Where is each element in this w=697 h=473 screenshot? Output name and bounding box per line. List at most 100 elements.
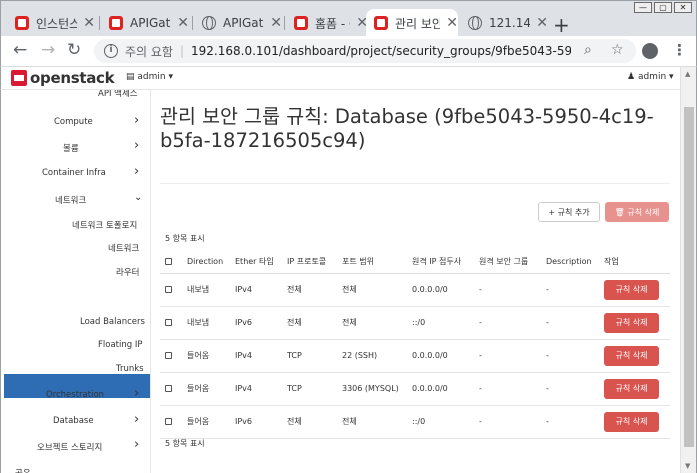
table-row: 내보냄 IPv6 전체 전체 ::/0 - - 규칙 삭제 bbox=[160, 306, 670, 340]
user-menu[interactable]: ♟ admin ▾ bbox=[627, 72, 674, 82]
cell-protocol: 전체 bbox=[282, 405, 337, 439]
cell-port-range: 3306 (MYSQL) bbox=[337, 372, 407, 406]
browser-tab-title: 인스턴스 bbox=[36, 16, 78, 31]
browser-tab-5-active[interactable]: 관리 보안 ✕ bbox=[366, 9, 458, 37]
column-header[interactable]: 원격 보안 그룹 bbox=[474, 250, 541, 274]
sidebar-item-label: Container Infra bbox=[42, 168, 106, 178]
browser-toolbar: ← → ↻ i 주의 요함 | 192.168.0.101/dashboard/… bbox=[0, 36, 697, 67]
user-icon: ♟ bbox=[627, 72, 636, 82]
maximize-icon[interactable]: ▢ bbox=[654, 2, 672, 13]
close-icon[interactable]: ✕ bbox=[270, 15, 282, 31]
main-content: 관리 보안 그룹 규칙: Database (9fbe5043-5950-4c1… bbox=[151, 90, 680, 473]
scrollbar-thumb[interactable] bbox=[684, 107, 694, 447]
openstack-favicon bbox=[374, 16, 388, 30]
cell-direction: 들어옴 bbox=[182, 405, 230, 439]
sidebar-item-label: 라우터 bbox=[116, 268, 140, 278]
row-checkbox[interactable] bbox=[165, 352, 172, 359]
project-selector[interactable]: ▤ admin ▾ bbox=[126, 72, 173, 82]
select-all-checkbox[interactable] bbox=[165, 257, 172, 265]
page-scrollbar[interactable]: ▲ ▼ bbox=[680, 67, 697, 473]
cell-port-range: 전체 bbox=[337, 273, 407, 307]
openstack-favicon bbox=[109, 16, 123, 30]
close-icon[interactable]: ✕ bbox=[83, 15, 95, 31]
back-arrow-icon[interactable]: ← bbox=[13, 40, 27, 60]
openstack-logo-icon bbox=[11, 70, 27, 86]
account-icon[interactable] bbox=[642, 43, 658, 59]
column-header[interactable]: Direction bbox=[182, 250, 230, 274]
caret-down-icon: ▾ bbox=[168, 72, 173, 82]
column-header[interactable]: Ether 타입 bbox=[230, 250, 282, 274]
browser-tab-1[interactable]: 인스턴스 ✕ bbox=[7, 9, 95, 37]
delete-rule-button[interactable]: 규칙 삭제 bbox=[604, 411, 659, 432]
sidebar-item-label: Load Balancers bbox=[80, 317, 145, 327]
row-checkbox[interactable] bbox=[165, 385, 172, 392]
sidebar-item-label: API 액세스 bbox=[98, 90, 138, 99]
table-row: 내보냄 IPv4 전체 전체 0.0.0.0/0 - - 규칙 삭제 bbox=[160, 273, 670, 307]
delete-rules-label: 규칙 삭제 bbox=[627, 207, 660, 217]
bookmark-star-icon[interactable]: ☆ bbox=[611, 42, 624, 58]
window-close-icon[interactable]: ✕ bbox=[674, 2, 692, 13]
delete-rules-button[interactable]: 🗑 규칙 삭제 bbox=[605, 202, 669, 222]
cell-direction: 내보냄 bbox=[182, 306, 230, 340]
cell-ether-type: IPv6 bbox=[230, 405, 282, 439]
forward-arrow-icon[interactable]: → bbox=[41, 40, 55, 60]
openstack-header: openstack ▤ admin ▾ ♟ admin ▾ bbox=[0, 67, 680, 90]
info-icon[interactable]: i bbox=[104, 44, 118, 58]
column-header[interactable]: 원격 IP 접두사 bbox=[407, 250, 474, 274]
browser-tab-title: APIGateway bbox=[130, 16, 171, 30]
zoom-search-icon[interactable]: ⌕ bbox=[584, 42, 592, 58]
browser-tab-title: APIGateway bbox=[223, 16, 264, 30]
cell-ether-type: IPv4 bbox=[230, 273, 282, 307]
delete-rule-button[interactable]: 규칙 삭제 bbox=[604, 345, 659, 366]
security-status-label: 주의 요함 bbox=[125, 44, 173, 59]
delete-rule-button[interactable]: 규칙 삭제 bbox=[604, 312, 659, 333]
sidebar-item-label: 공유 bbox=[15, 467, 31, 473]
close-icon[interactable]: ✕ bbox=[446, 15, 458, 31]
address-bar[interactable]: i 주의 요함 | 192.168.0.101/dashboard/projec… bbox=[94, 39, 636, 63]
row-checkbox[interactable] bbox=[165, 319, 172, 326]
cell-protocol: 전체 bbox=[282, 306, 337, 340]
reload-icon[interactable]: ↻ bbox=[67, 40, 81, 60]
scroll-up-icon[interactable]: ▲ bbox=[685, 70, 690, 78]
browser-tabstrip: 인스턴스 ✕ APIGateway ✕ APIGateway ✕ 홈폼 - C … bbox=[0, 0, 697, 37]
cell-protocol: 전체 bbox=[282, 273, 337, 307]
cell-remote-group: - bbox=[474, 306, 541, 340]
column-header[interactable]: IP 프로토콜 bbox=[282, 250, 337, 274]
browser-tab-2[interactable]: APIGateway ✕ bbox=[101, 9, 189, 37]
chevron-right-icon: › bbox=[134, 386, 140, 401]
browser-tab-title: 관리 보안 bbox=[395, 16, 441, 31]
cell-direction: 내보냄 bbox=[182, 273, 230, 307]
close-icon[interactable]: ✕ bbox=[177, 15, 189, 31]
delete-rule-button[interactable]: 규칙 삭제 bbox=[604, 378, 659, 399]
new-tab-icon[interactable]: + bbox=[553, 13, 570, 37]
cell-protocol: TCP bbox=[282, 339, 337, 373]
table-row: 들어옴 IPv4 TCP 22 (SSH) 0.0.0.0/0 - - 규칙 삭… bbox=[160, 339, 670, 373]
browser-tab-3[interactable]: APIGateway ✕ bbox=[194, 9, 282, 37]
address-divider: | bbox=[179, 44, 185, 58]
scroll-down-icon[interactable]: ▼ bbox=[685, 462, 690, 470]
window-controls: — ▢ ✕ bbox=[634, 2, 692, 13]
browser-tab-4[interactable]: 홈폼 - C ✕ bbox=[286, 9, 368, 37]
openstack-logo[interactable]: openstack bbox=[11, 69, 115, 87]
chevron-down-icon: ⌄ bbox=[134, 192, 143, 203]
caret-down-icon: ▾ bbox=[669, 72, 674, 82]
sidebar-item-label: Trunks bbox=[116, 364, 144, 374]
table-row: 들어옴 IPv6 전체 전체 ::/0 - - 규칙 삭제 bbox=[160, 405, 670, 439]
cell-port-range: 22 (SSH) bbox=[337, 339, 407, 373]
page-title: 관리 보안 그룹 규칙: Database (9fbe5043-5950-4c1… bbox=[160, 105, 654, 152]
cell-remote-ip: ::/0 bbox=[407, 306, 474, 340]
sidebar-item-label: 오브젝트 스토리지 bbox=[37, 443, 103, 453]
column-header[interactable]: Description bbox=[541, 250, 599, 274]
column-header[interactable]: 포트 범위 bbox=[337, 250, 407, 274]
browser-tab-6[interactable]: 121.140 ✕ bbox=[460, 9, 548, 37]
row-checkbox[interactable] bbox=[165, 286, 172, 293]
delete-rule-button[interactable]: 규칙 삭제 bbox=[604, 279, 659, 300]
project-name: admin bbox=[137, 72, 166, 82]
menu-kebab-icon[interactable]: ⋮ bbox=[672, 41, 687, 59]
add-rule-button[interactable]: + 규칙 추가 bbox=[538, 202, 600, 222]
close-icon[interactable]: ✕ bbox=[536, 15, 548, 31]
cell-protocol: TCP bbox=[282, 372, 337, 406]
url-text[interactable]: 192.168.0.101/dashboard/project/security… bbox=[191, 44, 571, 58]
minimize-icon[interactable]: — bbox=[634, 2, 652, 13]
row-checkbox[interactable] bbox=[165, 418, 172, 425]
